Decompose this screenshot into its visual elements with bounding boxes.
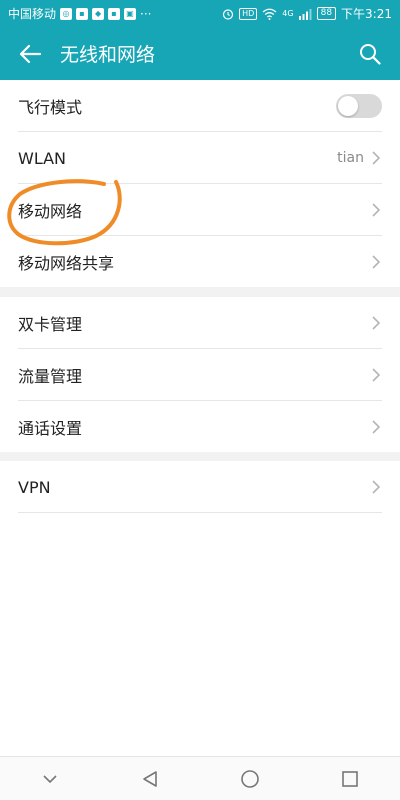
hide-nav-button[interactable] [25, 757, 75, 800]
chevron-right-icon [372, 151, 381, 165]
settings-section-connectivity: 飞行模式 WLAN tian 移动网络 移动网络共享 [0, 80, 400, 287]
airplane-mode-row[interactable]: 飞行模式 [0, 80, 400, 132]
airplane-mode-toggle[interactable] [336, 94, 382, 118]
home-nav-button[interactable] [225, 757, 275, 800]
settings-section-vpn: VPN [0, 461, 400, 756]
vpn-row[interactable]: VPN [0, 461, 400, 513]
chevron-right-icon [372, 316, 381, 330]
chevron-right-icon [372, 255, 381, 269]
status-bar: 中国移动 ◎ ▪ ◆ ▪ ▣ ··· HD 4G 88 下午3:21 [0, 0, 400, 27]
more-notifications-icon: ··· [140, 6, 152, 21]
settings-section-sim: 双卡管理 流量管理 通话设置 [0, 297, 400, 452]
row-label: VPN [18, 477, 51, 497]
app-notification-icon: ◎ [60, 7, 73, 20]
clock: 下午3:21 [341, 7, 392, 21]
call-settings-row[interactable]: 通话设置 [0, 401, 400, 453]
app-bar: 无线和网络 [0, 27, 400, 80]
hd-badge: HD [239, 7, 258, 20]
chevron-right-icon [372, 420, 381, 434]
chevron-right-icon [372, 203, 381, 217]
signal-icon [298, 8, 312, 20]
tethering-row[interactable]: 移动网络共享 [0, 236, 400, 288]
app-notification-icon: ▣ [124, 7, 137, 20]
row-label: WLAN [18, 148, 67, 168]
search-button[interactable] [340, 27, 400, 80]
toggle-knob [338, 96, 358, 116]
chevron-right-icon [372, 368, 381, 382]
row-label: 流量管理 [18, 367, 83, 386]
mobile-network-row[interactable]: 移动网络 [0, 184, 400, 236]
carrier-name: 中国移动 [8, 7, 57, 21]
chevron-right-icon [372, 480, 381, 494]
wifi-icon [262, 8, 277, 20]
alarm-icon [223, 8, 234, 20]
app-notification-icon: ▪ [108, 7, 121, 20]
app-notification-icon: ▪ [76, 7, 89, 20]
row-label: 通话设置 [18, 419, 83, 438]
row-label: 移动网络共享 [18, 254, 115, 273]
data-usage-row[interactable]: 流量管理 [0, 349, 400, 401]
search-icon [360, 43, 381, 65]
back-button[interactable] [0, 27, 60, 80]
battery-level: 88 [316, 7, 337, 20]
chevron-down-icon [43, 774, 57, 783]
row-label: 飞行模式 [18, 98, 83, 117]
back-nav-button[interactable] [125, 757, 175, 800]
system-nav-bar [0, 756, 400, 800]
page-title: 无线和网络 [60, 44, 156, 66]
arrow-left-icon [19, 44, 41, 63]
network-type: 4G [282, 9, 294, 18]
square-recents-icon [342, 770, 358, 787]
circle-home-icon [241, 769, 259, 788]
row-label: 移动网络 [18, 202, 83, 221]
dual-sim-row[interactable]: 双卡管理 [0, 297, 400, 349]
app-notification-icon: ◆ [92, 7, 105, 20]
wlan-network-name: tian [337, 150, 364, 166]
recents-nav-button[interactable] [325, 757, 375, 800]
triangle-back-icon [143, 770, 157, 787]
row-label: 双卡管理 [18, 315, 83, 334]
wlan-row[interactable]: WLAN tian [0, 132, 400, 184]
